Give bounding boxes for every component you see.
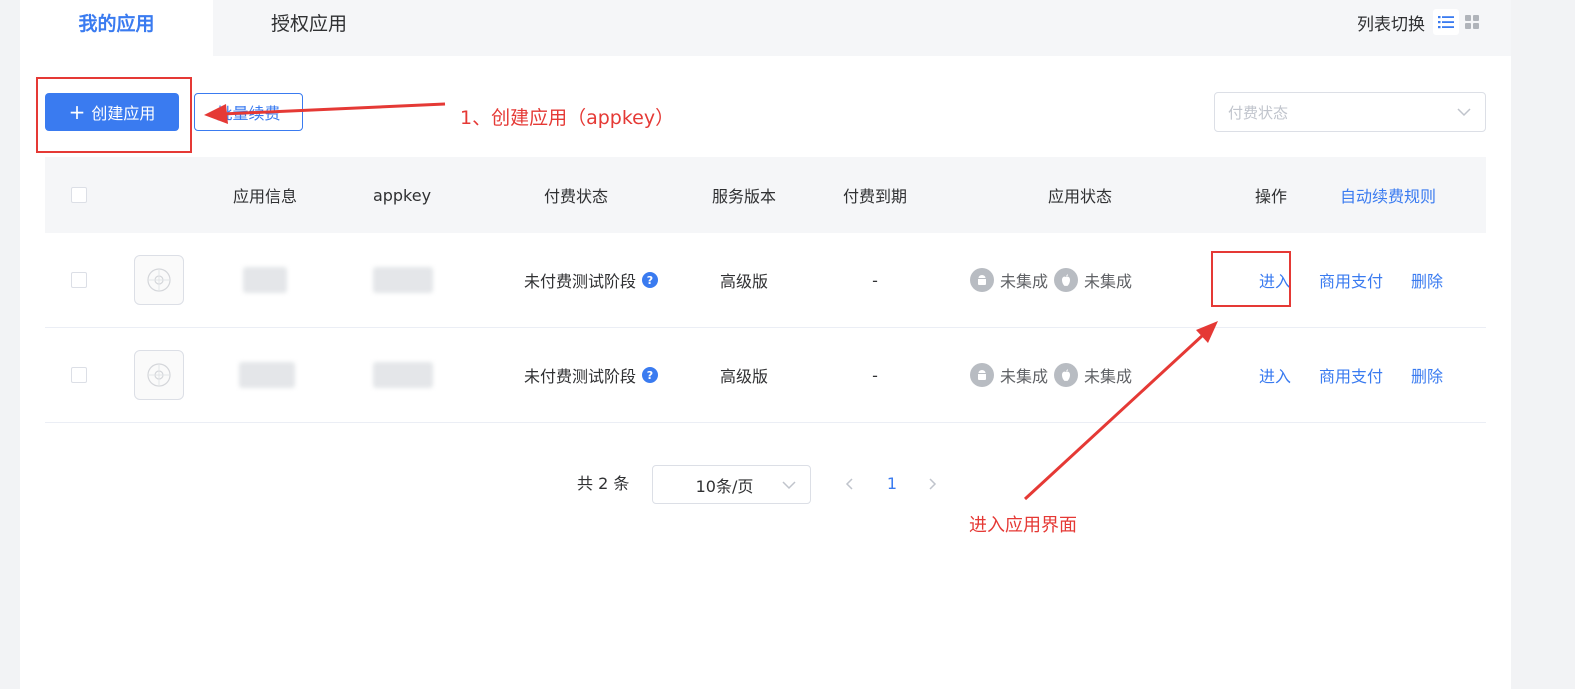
app-status-cell: 未集成 未集成: [970, 233, 1170, 327]
enter-app-link[interactable]: 进入: [1259, 363, 1291, 387]
row-actions-delete: 删除: [1407, 328, 1447, 422]
apple-icon: [1054, 363, 1079, 387]
row-actions-pay: 商用支付: [1315, 328, 1387, 422]
help-icon[interactable]: ?: [642, 272, 658, 288]
tab-authorized-apps[interactable]: 授权应用: [213, 0, 405, 56]
select-all-checkbox[interactable]: [71, 187, 87, 203]
app-list-card: 我的应用 授权应用 列表切换 + 创建应用 批量续费 付费状态 应用信息 app…: [20, 0, 1511, 689]
pay-status-text: 未付费测试阶段: [523, 367, 636, 386]
pay-status-text: 未付费测试阶段: [523, 272, 636, 291]
apple-icon: [1054, 268, 1079, 292]
header-app-info: 应用信息: [232, 187, 297, 206]
view-switch-label: 列表切换: [1357, 14, 1425, 35]
row-checkbox-cell: [69, 233, 89, 327]
app-info-blurred: [240, 233, 290, 327]
header-expiry: 付费到期: [842, 187, 907, 206]
app-info-blurred: [237, 328, 297, 422]
view-switch: 列表切换: [1357, 8, 1485, 36]
expiry-cell: -: [872, 365, 878, 385]
android-status-text: 未集成: [1000, 272, 1049, 291]
table-row: 未付费测试阶段 ? 高级版 - 未集成 未集成 进入 商用支付 删除: [45, 328, 1486, 423]
auto-renew-rule-link[interactable]: 自动续费规则: [1323, 157, 1453, 233]
next-page-button[interactable]: [923, 465, 943, 503]
grid-view-button[interactable]: [1459, 9, 1485, 35]
app-icon: [134, 255, 184, 305]
app-icon-cell: [134, 233, 184, 327]
pagination-total: 共 2 条: [577, 474, 630, 493]
appkey-blurred: [372, 233, 434, 327]
blurred-app-name: [243, 267, 287, 293]
chevron-left-icon: [845, 478, 853, 490]
app-placeholder-icon: [147, 268, 171, 292]
android-icon: [970, 363, 994, 387]
delete-app-link[interactable]: 删除: [1411, 268, 1443, 292]
app-icon-cell: [134, 328, 184, 422]
tab-bar: 我的应用 授权应用 列表切换: [20, 0, 1511, 56]
chevron-right-icon: [929, 478, 937, 490]
pay-status-select[interactable]: 付费状态: [1214, 92, 1486, 132]
row-checkbox-cell: [69, 328, 89, 422]
ios-status: 未集成: [1054, 268, 1132, 292]
list-view-icon: [1438, 16, 1454, 29]
service-version-cell: 高级版: [719, 367, 768, 386]
annotation-box-create: [36, 77, 192, 153]
annotation-create-hint: 1、创建应用（appkey）: [460, 107, 675, 129]
commercial-pay-link[interactable]: 商用支付: [1319, 363, 1383, 387]
service-version-cell: 高级版: [719, 272, 768, 291]
pay-status-cell: 未付费测试阶段 ?: [511, 328, 671, 422]
app-icon: [134, 350, 184, 400]
android-status: 未集成: [970, 268, 1048, 292]
app-status-cell: 未集成 未集成: [970, 328, 1170, 422]
header-appkey: appkey: [372, 185, 432, 205]
page-number-current[interactable]: 1: [880, 465, 904, 503]
commercial-pay-link[interactable]: 商用支付: [1319, 268, 1383, 292]
ios-status-text: 未集成: [1084, 367, 1133, 386]
header-service-version: 服务版本: [711, 187, 776, 206]
expiry-cell: -: [872, 270, 878, 290]
header-app-status: 应用状态: [1047, 187, 1112, 206]
header-pay-status: 付费状态: [543, 187, 608, 206]
blurred-app-name: [239, 362, 295, 388]
prev-page-button[interactable]: [839, 465, 859, 503]
pay-status-placeholder: 付费状态: [1228, 103, 1289, 122]
delete-app-link[interactable]: 删除: [1411, 363, 1443, 387]
batch-renew-button[interactable]: 批量续费: [194, 93, 303, 131]
page-size-value: 10条/页: [695, 476, 754, 496]
annotation-box-enter: [1211, 251, 1291, 307]
blurred-appkey: [373, 267, 433, 293]
android-icon: [970, 268, 994, 292]
appkey-blurred: [372, 328, 434, 422]
header-checkbox-cell: [69, 157, 89, 233]
list-view-button[interactable]: [1433, 9, 1459, 35]
ios-status: 未集成: [1054, 363, 1132, 387]
chevron-down-icon: [782, 480, 796, 489]
row-actions-delete: 删除: [1407, 233, 1447, 327]
row-actions-pay: 商用支付: [1315, 233, 1387, 327]
row-checkbox[interactable]: [71, 367, 87, 383]
pay-status-cell: 未付费测试阶段 ?: [511, 233, 671, 327]
annotation-enter-hint: 进入应用界面: [969, 515, 1077, 536]
table-header: 应用信息 appkey 付费状态 服务版本 付费到期 应用状态 操作 自动续费规…: [45, 157, 1486, 234]
help-icon[interactable]: ?: [642, 367, 658, 383]
page-size-select[interactable]: 10条/页: [652, 465, 811, 504]
app-placeholder-icon: [147, 363, 171, 387]
android-status-text: 未集成: [1000, 367, 1049, 386]
ios-status-text: 未集成: [1084, 272, 1133, 291]
grid-view-icon: [1465, 15, 1479, 29]
row-checkbox[interactable]: [71, 272, 87, 288]
chevron-down-icon: [1457, 108, 1471, 117]
batch-renew-label: 批量续费: [216, 104, 281, 123]
android-status: 未集成: [970, 363, 1048, 387]
header-actions: 操作: [1254, 187, 1287, 206]
row-actions-enter: 进入: [1255, 328, 1295, 422]
tab-my-apps[interactable]: 我的应用: [20, 0, 213, 56]
blurred-appkey: [373, 362, 433, 388]
